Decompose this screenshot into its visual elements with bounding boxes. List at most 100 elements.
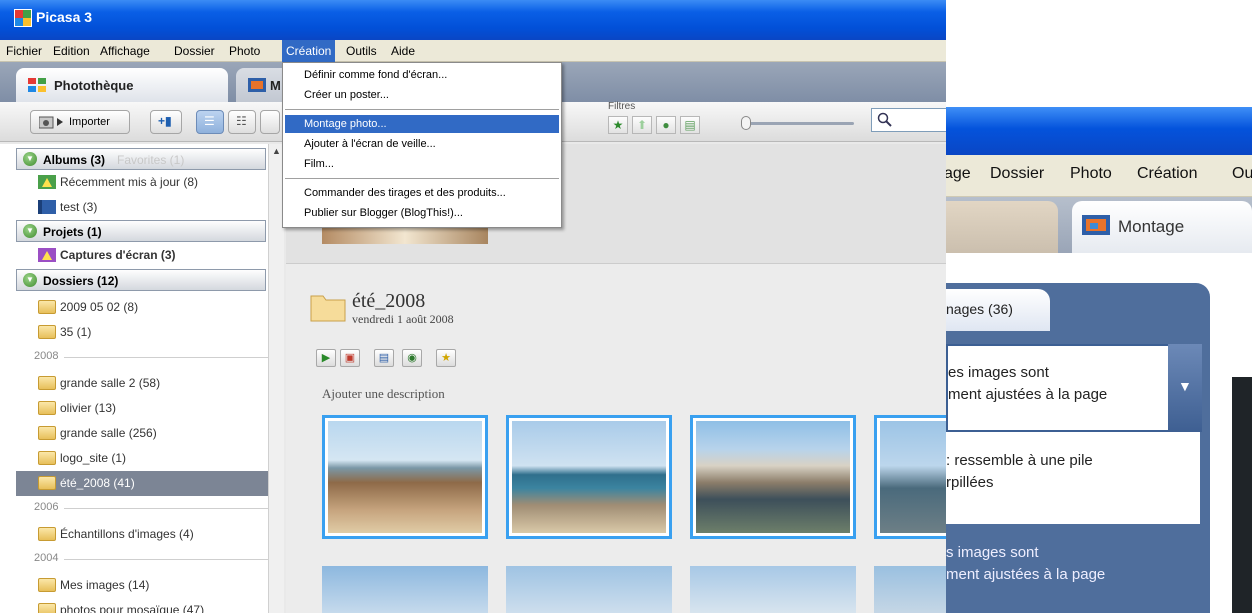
option-text-line: s images sont: [946, 544, 1039, 561]
zoomed-menu-bar: age Dossier Photo Création Ou: [946, 155, 1252, 197]
year-divider-2006: 2006: [16, 498, 268, 518]
menu-item-order-prints[interactable]: Commander des tirages et des produits...: [285, 184, 559, 202]
menu-item-film[interactable]: Film...: [285, 155, 559, 173]
zoomed-title-bar: [946, 107, 1252, 155]
description-field[interactable]: Ajouter une description: [322, 386, 445, 402]
movie-icon[interactable]: ▤: [374, 349, 394, 367]
add-to-album-button[interactable]: +▮: [150, 110, 182, 134]
section-projets[interactable]: ▼ Projets (1): [16, 220, 266, 242]
section-dossiers-label: Dossiers (12): [43, 274, 119, 288]
album-icon: [38, 200, 56, 214]
photo-thumbnail[interactable]: [690, 415, 856, 539]
star-icon[interactable]: ★: [436, 349, 456, 367]
sidebar-item-folder[interactable]: grande salle 2 (58): [16, 371, 268, 396]
photo-thumbnail[interactable]: [322, 415, 488, 539]
panel-tab-images[interactable]: nages (36): [946, 289, 1050, 331]
menu-separator: [285, 109, 559, 110]
sidebar-item-label: photos pour mosaïque (47): [60, 603, 205, 613]
scroll-up-icon[interactable]: ▲: [272, 146, 281, 156]
zoom-slider-track[interactable]: [744, 122, 854, 125]
web-album-icon[interactable]: ◉: [402, 349, 422, 367]
zoomed-tab-strip: Montage: [946, 197, 1252, 253]
folder-icon: [38, 603, 56, 613]
montage-preview-edge: [1232, 377, 1252, 613]
search-input[interactable]: [871, 108, 946, 132]
menu-item-screensaver[interactable]: Ajouter à l'écran de veille...: [285, 135, 559, 153]
tab-montage[interactable]: Montage: [1072, 201, 1252, 253]
tab-phototheque[interactable]: Photothèque: [16, 68, 228, 102]
menu-photo[interactable]: Photo: [225, 40, 264, 62]
menu-edition[interactable]: Edition: [49, 40, 94, 62]
menu-fichier[interactable]: Fichier: [2, 40, 46, 62]
collapse-icon[interactable]: ▼: [23, 152, 37, 166]
menu-outils[interactable]: Outils: [342, 40, 381, 62]
folder-icon: [38, 451, 56, 465]
sidebar-item-folder[interactable]: logo_site (1): [16, 446, 268, 471]
folder-title[interactable]: été_2008: [352, 290, 425, 313]
sidebar-item-folder[interactable]: 2009 05 02 (8): [16, 295, 268, 320]
menu-photo[interactable]: Photo: [1070, 165, 1112, 183]
section-projets-label: Projets (1): [43, 225, 102, 239]
sidebar-item-folder[interactable]: photos pour mosaïque (47): [16, 598, 268, 613]
filter-movie-icon[interactable]: ▤: [680, 116, 700, 134]
view-more-button[interactable]: [260, 110, 280, 134]
sidebar-item-test[interactable]: test (3): [16, 195, 268, 220]
menu-dossier[interactable]: Dossier: [170, 40, 219, 62]
sidebar-item-folder[interactable]: Mes images (14): [16, 573, 268, 598]
menu-item-wallpaper[interactable]: Définir comme fond d'écran...: [285, 66, 559, 84]
menu-item-blogger[interactable]: Publier sur Blogger (BlogThis!)...: [285, 204, 559, 222]
collapse-icon[interactable]: ▼: [23, 224, 37, 238]
section-dossiers[interactable]: ▼ Dossiers (12): [16, 269, 266, 291]
zoom-slider-knob[interactable]: [741, 116, 751, 130]
dropdown-arrow-button[interactable]: ▼: [1168, 344, 1202, 432]
filter-star-icon[interactable]: ★: [608, 116, 628, 134]
menu-item-montage[interactable]: Montage photo...: [285, 115, 559, 133]
view-details-button[interactable]: ☷: [228, 110, 256, 134]
sidebar-item-label: test (3): [60, 200, 98, 214]
sidebar-item-folder[interactable]: Échantillons d'images (4): [16, 522, 268, 547]
play-icon[interactable]: ▶: [316, 349, 336, 367]
sidebar-item-recent[interactable]: Récemment mis à jour (8): [16, 170, 268, 195]
collapse-icon[interactable]: ▼: [23, 273, 37, 287]
menu-aide[interactable]: Aide: [387, 40, 419, 62]
sidebar-item-folder-selected[interactable]: été_2008 (41): [16, 471, 268, 496]
menu-affichage-partial[interactable]: age: [946, 165, 971, 183]
dropdown-text-line: ment ajustées à la page: [948, 386, 1108, 403]
import-button[interactable]: Importer: [30, 110, 130, 134]
photo-thumbnail[interactable]: [322, 566, 488, 613]
filter-buttons: ★ ⬆ ● ▤: [608, 116, 728, 134]
filter-people-icon[interactable]: ●: [656, 116, 676, 134]
layout-option-highlighted[interactable]: s images sont ment ajustées à la page: [946, 524, 1200, 613]
menu-affichage[interactable]: Affichage: [96, 40, 154, 62]
sidebar-item-folder[interactable]: olivier (13): [16, 396, 268, 421]
collage-icon[interactable]: ▣: [340, 349, 360, 367]
photo-thumbnail[interactable]: [690, 566, 856, 613]
sidebar-item-label: Captures d'écran (3): [60, 248, 176, 262]
photo-thumbnail[interactable]: [874, 566, 946, 613]
import-label: Importer: [69, 116, 110, 128]
tab-phototheque[interactable]: [946, 201, 1058, 253]
menu-dossier[interactable]: Dossier: [990, 165, 1044, 183]
layout-option[interactable]: : ressemble à une pile rpillées: [946, 432, 1200, 524]
photo-thumbnail[interactable]: [506, 415, 672, 539]
layout-dropdown[interactable]: es images sont ment ajustées à la page ▼: [946, 344, 1202, 432]
section-albums[interactable]: ▼ Albums (3) Favorites (1): [16, 148, 266, 170]
photo-thumbnail[interactable]: [506, 566, 672, 613]
section-albums-ghost: Favorites (1): [117, 153, 185, 167]
folder-icon: [38, 426, 56, 440]
filters-label: Filtres: [608, 101, 636, 112]
option-text-line: rpillées: [946, 474, 994, 491]
menu-outils-partial[interactable]: Ou: [1232, 165, 1252, 183]
photo-thumbnail[interactable]: [322, 226, 488, 244]
creation-menu: Définir comme fond d'écran... Créer un p…: [282, 62, 562, 228]
filter-upload-icon[interactable]: ⬆: [632, 116, 652, 134]
sidebar-item-folder[interactable]: 35 (1): [16, 320, 268, 345]
window-title: Picasa 3: [36, 9, 93, 25]
sidebar-item-folder[interactable]: grande salle (256): [16, 421, 268, 446]
menu-item-poster[interactable]: Créer un poster...: [285, 86, 559, 104]
sidebar-item-captures[interactable]: Captures d'écran (3): [16, 243, 268, 268]
menu-creation[interactable]: Création: [282, 40, 336, 62]
menu-creation[interactable]: Création: [1137, 165, 1197, 183]
photo-thumbnail[interactable]: [874, 415, 946, 539]
view-list-button[interactable]: ☰: [196, 110, 224, 134]
